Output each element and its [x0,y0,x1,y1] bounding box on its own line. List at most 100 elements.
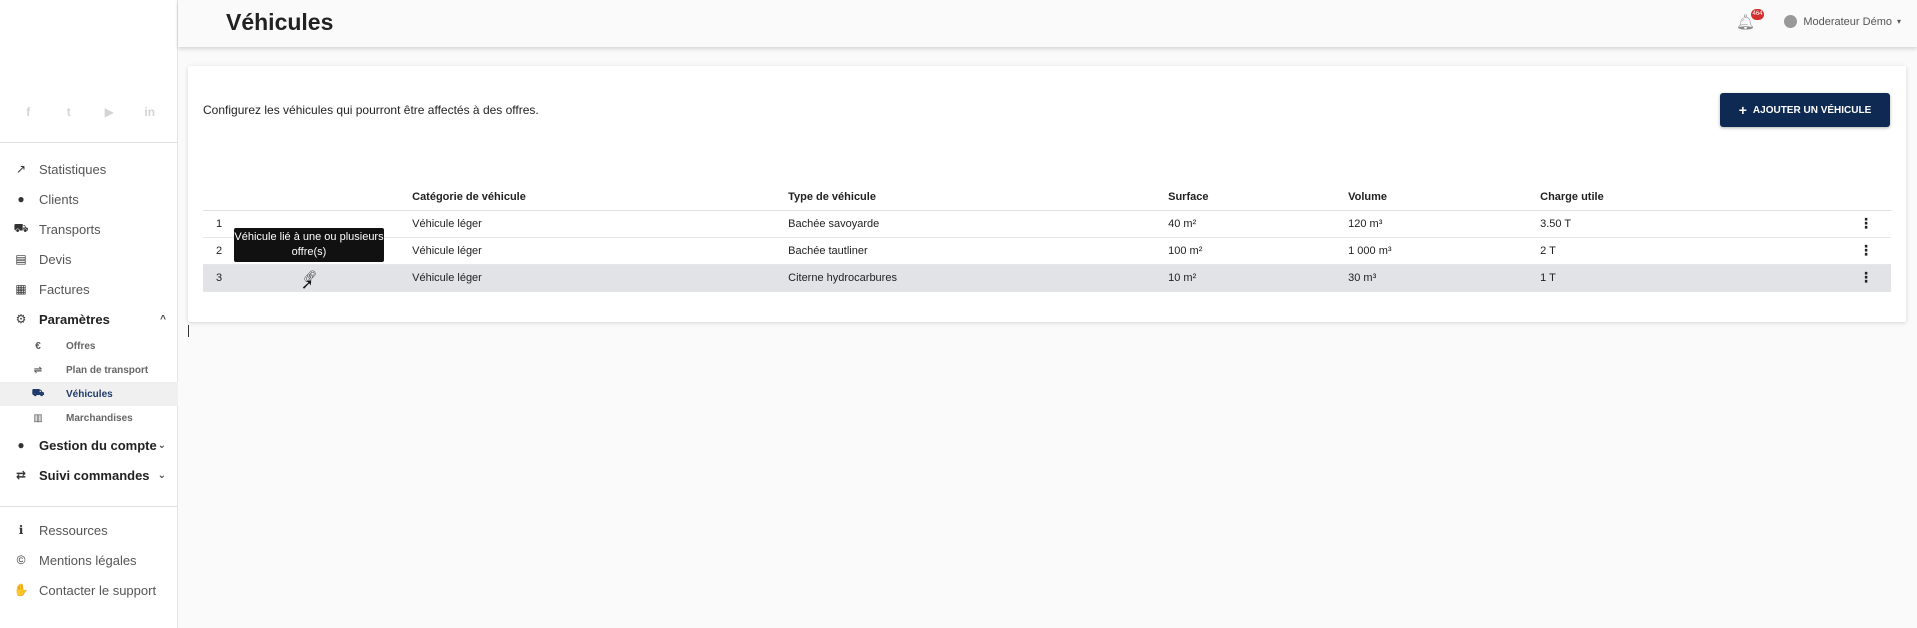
intro-text: Configurez les véhicules qui pourront êt… [203,103,539,117]
sidebar-item-label: Statistiques [39,161,107,177]
column-header-actions [1840,184,1891,211]
sidebar-item-label: Clients [39,191,79,207]
sidebar-subitem-marchandises[interactable]: ▥ Marchandises [0,406,178,430]
sidebar-subitem-vehicules[interactable]: ⛟ Véhicules [0,382,178,406]
linkedin-icon[interactable]: in [135,105,165,119]
volume-cell: 1 000 m³ [1348,237,1541,265]
row-menu-icon[interactable]: ⋮ [1840,237,1891,265]
linked-offer-tooltip: Véhicule lié à une ou plusieurs offre(s) [234,228,384,262]
surface-cell: 100 m² [1168,237,1349,265]
charge-cell: 3.50 T [1540,210,1841,238]
link-cell [222,264,413,292]
twitter-icon[interactable]: t [54,105,84,119]
chevron-down-icon: ⌄ [157,469,166,481]
sidebar-subitem-label: Véhicules [66,388,113,400]
sidebar-item-contacter-le-support[interactable]: ✋ Contacter le support [0,575,178,605]
categorie-cell: Véhicule léger [412,237,789,265]
row-number: 2 [203,237,223,265]
youtube-icon[interactable]: ▶ [94,105,124,119]
user-name: Moderateur Démo [1803,15,1892,28]
chevron-up-icon: ^ [160,313,166,325]
boxes-icon: ▥ [33,412,43,424]
column-header-volume[interactable]: Volume [1348,184,1541,211]
sidebar-subitem-label: Marchandises [66,412,133,424]
sidebar-item-label: Transports [39,221,101,237]
sidebar-divider [0,142,178,143]
facebook-icon[interactable]: f [13,105,43,119]
sidebar-item-devis[interactable]: ▤ Devis [0,244,178,274]
sidebar-subitem-label: Offres [66,340,96,352]
sidebar-item-label: Devis [39,251,72,267]
cogs-icon: ⚙ [15,312,27,326]
add-vehicle-button[interactable]: + AJOUTER UN VÉHICULE [1720,93,1890,127]
sidebar-item-transports[interactable]: ⛟ Transports [0,214,178,244]
volume-cell: 30 m³ [1348,264,1541,292]
sidebar-item-statistiques[interactable]: ↗ Statistiques [0,154,178,184]
euro-icon: € [35,340,41,352]
table-row[interactable]: 3 Véhicule léger Citerne hydrocarbures 1… [203,264,1891,292]
sidebar-item-label: Ressources [39,522,108,538]
mouse-cursor-icon: ➚ [301,276,314,293]
column-header-surface[interactable]: Surface [1168,184,1349,211]
page-title: Véhicules [226,9,334,35]
truck-icon: ⛟ [31,387,45,399]
table-row[interactable]: 1 Véhicule léger Bachée savoyarde 40 m² … [203,210,1891,238]
column-header-categorie[interactable]: Catégorie de véhicule [412,184,789,211]
column-header-charge-utile[interactable]: Charge utile [1540,184,1841,211]
user-icon: ● [17,192,25,206]
sidebar-item-label: Mentions légales [39,552,137,568]
categorie-cell: Véhicule léger [412,264,789,292]
sidebar-item-gestion-du-compte[interactable]: ● Gestion du compte ⌄ [0,430,178,460]
sidebar-subitem-label: Plan de transport [66,364,149,376]
sidebar-item-label: Gestion du compte [39,437,157,453]
sidebar-subitem-offres[interactable]: € Offres [0,334,178,358]
row-menu-icon[interactable]: ⋮ [1840,210,1891,238]
sidebar-item-label: Suivi commandes [39,467,150,483]
sidebar-subitem-plan-de-transport[interactable]: ⇌ Plan de transport [0,358,178,382]
categorie-cell: Véhicule léger [412,210,789,238]
caret-down-icon: ▾ [1896,17,1901,26]
info-circle-icon: ℹ [18,523,24,537]
row-number: 3 [203,264,223,292]
charge-cell: 1 T [1540,264,1841,292]
table-header-row: Catégorie de véhicule Type de véhicule S… [203,184,1891,211]
type-cell: Bachée tautliner [788,237,1169,265]
sidebar-item-factures[interactable]: ▦ Factures [0,274,178,304]
vehicles-table: Catégorie de véhicule Type de véhicule S… [203,184,1891,292]
table-row[interactable]: 2 Véhicule léger Bachée tautliner 100 m²… [203,237,1891,265]
sidebar-item-suivi-commandes[interactable]: ⇄ Suivi commandes ⌄ [0,460,178,490]
vehicles-card: Configurez les véhicules qui pourront êt… [188,66,1906,322]
row-menu-icon[interactable]: ⋮ [1840,264,1891,292]
sidebar-item-mentions-legales[interactable]: © Mentions légales [0,545,178,575]
type-cell: Citerne hydrocarbures [788,264,1169,292]
chart-line-icon: ↗ [15,162,27,176]
top-bar: Véhicules 🔔︎ 464 Moderateur Démo ▾ [178,0,1917,47]
column-header-type[interactable]: Type de véhicule [788,184,1169,211]
exchange-icon: ⇄ [15,468,27,482]
plus-icon: + [1738,102,1747,118]
social-links: f t ▶ in [0,105,178,119]
copyright-icon: © [16,553,26,567]
truck-icon: ⛟ [13,221,29,235]
notification-badge: 464 [1751,9,1764,20]
sidebar-item-ressources[interactable]: ℹ Ressources [0,515,178,545]
add-vehicle-label: AJOUTER UN VÉHICULE [1752,104,1872,116]
sidebar-item-label: Paramètres [39,311,110,327]
sidebar-item-label: Factures [39,281,90,297]
volume-cell: 120 m³ [1348,210,1541,238]
sidebar-item-label: Contacter le support [39,582,157,598]
column-header-num [203,184,223,211]
user-menu[interactable]: Moderateur Démo ▾ [1784,15,1901,28]
signs-icon: ⇌ [33,364,43,376]
user-avatar-icon [1784,15,1798,28]
user-cog-icon: ● [17,438,25,452]
sidebar-item-clients[interactable]: ● Clients [0,184,178,214]
sidebar: f t ▶ in ↗ Statistiques ● Clients ⛟ Tran… [0,0,178,628]
surface-cell: 40 m² [1168,210,1349,238]
file-invoice-icon: ▤ [15,252,27,266]
column-header-link [222,184,413,211]
receipt-icon: ▦ [15,282,27,296]
handshake-icon: ✋ [13,583,29,597]
sidebar-item-parametres[interactable]: ⚙ Paramètres ^ [0,304,178,334]
text-caret [188,325,189,337]
